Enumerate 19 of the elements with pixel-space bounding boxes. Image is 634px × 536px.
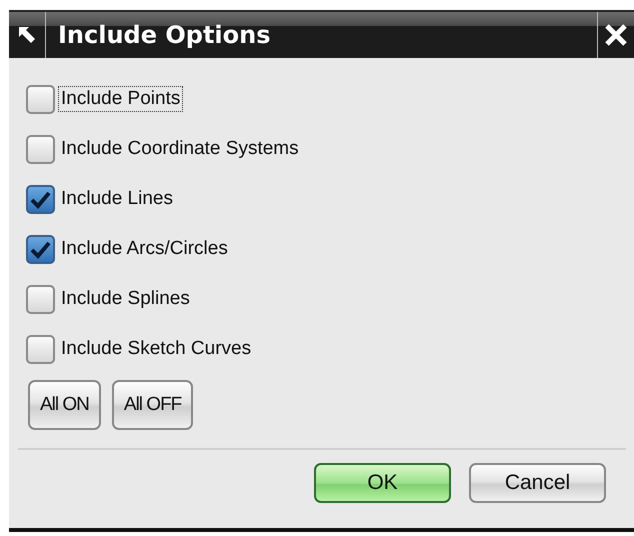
checkbox-label[interactable]: Include Lines bbox=[58, 186, 176, 212]
checkbox-label[interactable]: Include Points bbox=[58, 86, 184, 112]
toggle-all-button[interactable]: All OFF bbox=[112, 380, 194, 430]
ok-button[interactable]: OK bbox=[314, 463, 451, 503]
checkbox[interactable] bbox=[26, 234, 55, 264]
window-title: Include Options bbox=[57, 21, 272, 49]
checkbox-label[interactable]: Include Coordinate Systems bbox=[58, 136, 302, 162]
checkbox[interactable] bbox=[26, 334, 55, 364]
checkbox-label[interactable]: Include Sketch Curves bbox=[58, 336, 254, 362]
checkbox[interactable] bbox=[26, 84, 55, 114]
checkbox-label[interactable]: Include Splines bbox=[58, 286, 193, 312]
cancel-button[interactable]: Cancel bbox=[469, 463, 606, 503]
arrow-icon bbox=[16, 24, 38, 46]
close-icon bbox=[604, 23, 628, 47]
checkbox-label[interactable]: Include Arcs/Circles bbox=[58, 236, 231, 262]
checkbox[interactable] bbox=[26, 184, 55, 214]
checkbox[interactable] bbox=[26, 134, 55, 164]
checkbox[interactable] bbox=[26, 284, 55, 314]
toggle-all-button[interactable]: All ON bbox=[28, 380, 101, 430]
